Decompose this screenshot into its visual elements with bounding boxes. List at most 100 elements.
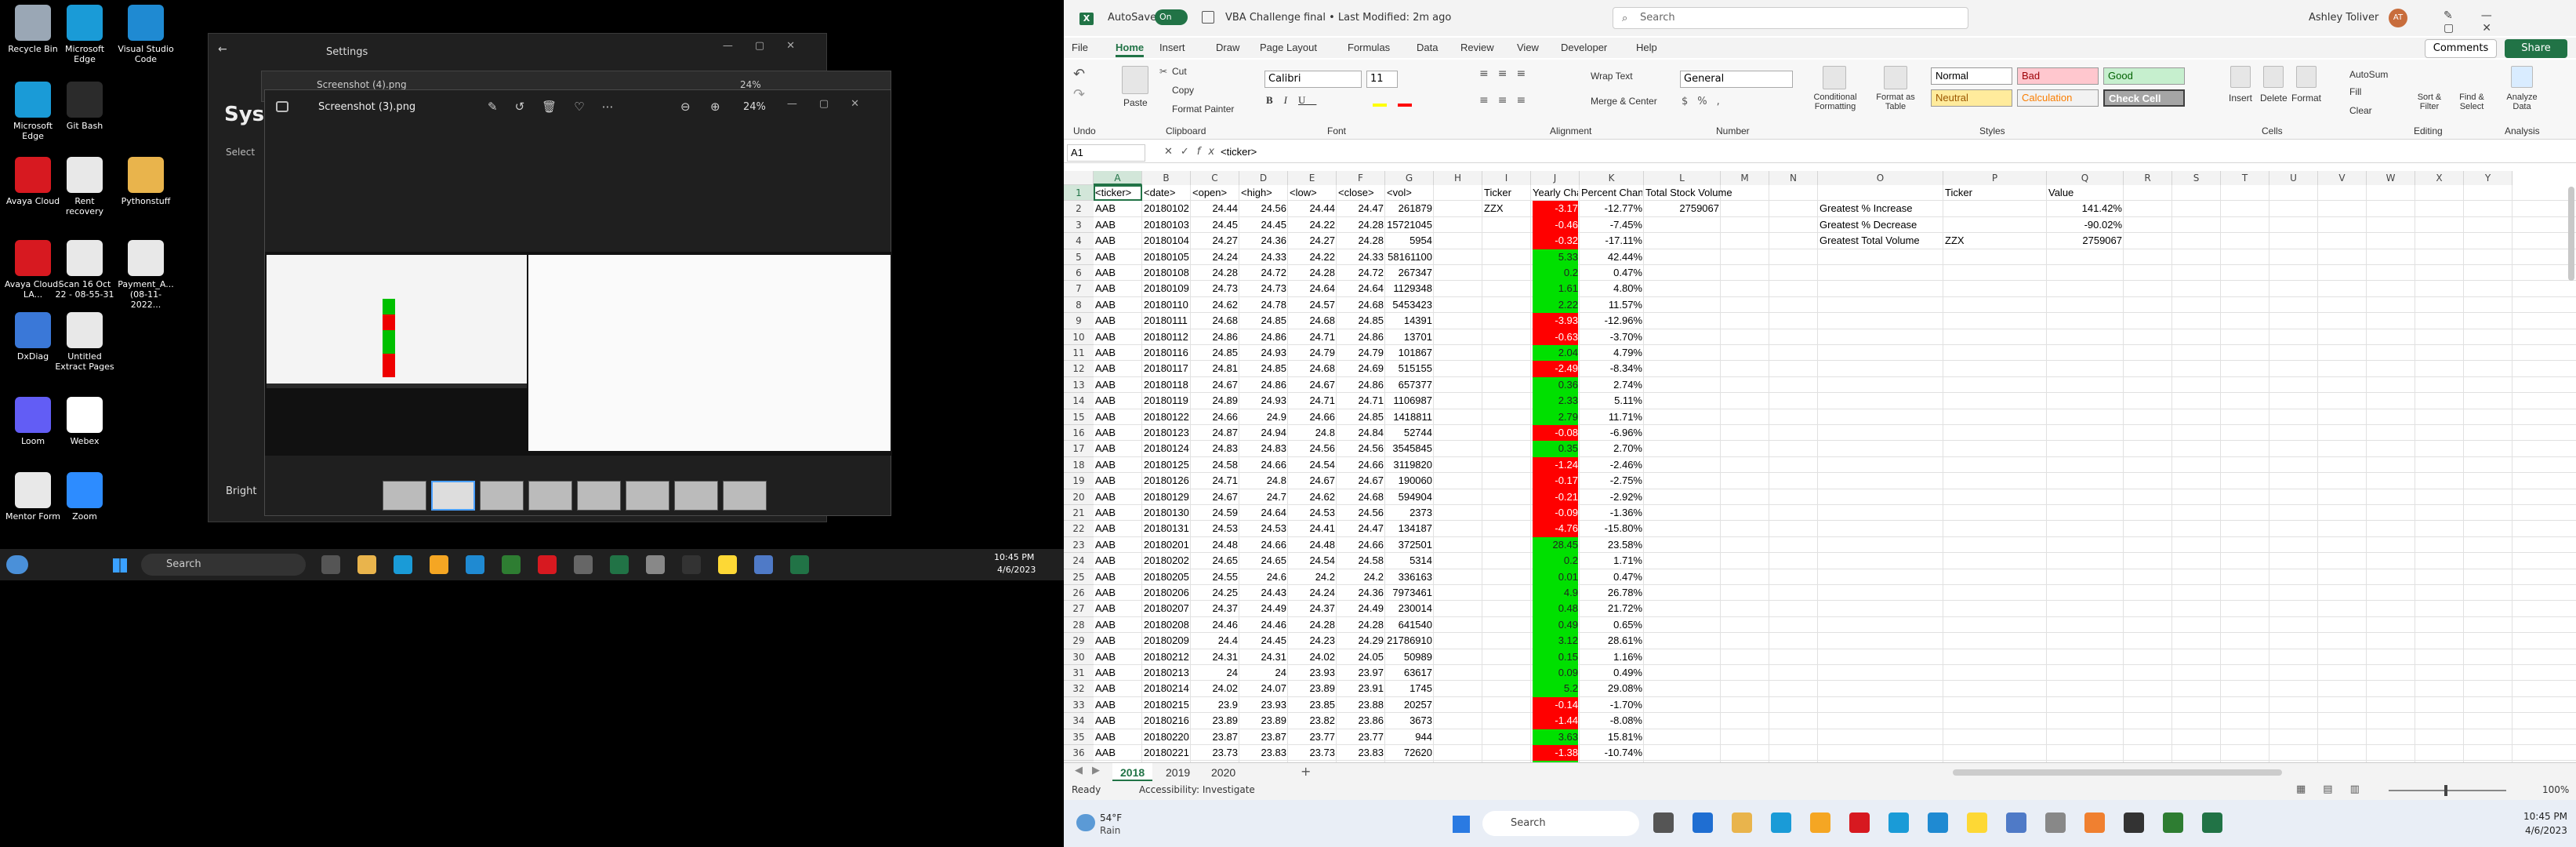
- cell-yearly-change[interactable]: 0.49: [1533, 616, 1578, 634]
- cell-value[interactable]: 1129348: [1387, 281, 1432, 296]
- cell-value[interactable]: 20180123: [1144, 425, 1189, 441]
- cell-yearly-change[interactable]: 0.09: [1533, 665, 1578, 682]
- desktop-icon[interactable]: Pythonstuff: [116, 157, 176, 206]
- cell-value[interactable]: 23.73: [1192, 745, 1238, 761]
- cell-yearly-change[interactable]: -0.63: [1533, 329, 1578, 345]
- cell-value[interactable]: 23.77: [1290, 729, 1335, 745]
- filmstrip-thumb[interactable]: [674, 481, 718, 511]
- row-header[interactable]: 23: [1064, 536, 1094, 554]
- taskbar-app-icon[interactable]: [1693, 812, 1713, 833]
- cell-value[interactable]: 24.28: [1192, 265, 1238, 281]
- cell-value[interactable]: 24.22: [1290, 217, 1335, 233]
- row-header[interactable]: 27: [1064, 601, 1094, 617]
- cell-value[interactable]: 20180202: [1144, 553, 1189, 569]
- cell-value[interactable]: 24.45: [1241, 633, 1286, 649]
- taskbar-app-icon[interactable]: [430, 555, 448, 574]
- wrap-text-label[interactable]: Wrap Text: [1591, 71, 1633, 82]
- cell-percent-change[interactable]: 2.74%: [1581, 377, 1642, 393]
- cell-yearly-change[interactable]: -0.09: [1533, 505, 1578, 522]
- cell-value[interactable]: 24.23: [1290, 633, 1335, 649]
- cell-value[interactable]: 23.73: [1290, 745, 1335, 761]
- taskbar-app-icon[interactable]: [394, 555, 412, 574]
- cell-value[interactable]: 24.2: [1338, 569, 1384, 585]
- cell-ticker[interactable]: AAB: [1095, 457, 1141, 473]
- cell-ticker[interactable]: AAB: [1095, 537, 1141, 553]
- cell-percent-change[interactable]: 2.70%: [1581, 441, 1642, 456]
- cell-value[interactable]: 21786910: [1387, 633, 1432, 649]
- cell-yearly-change[interactable]: -1.44: [1533, 713, 1578, 729]
- undo-icon[interactable]: ↶: [1073, 66, 1085, 82]
- column-header[interactable]: S: [2172, 171, 2221, 185]
- cell-percent-change[interactable]: -8.34%: [1581, 361, 1642, 376]
- add-sheet-button[interactable]: +: [1301, 764, 1311, 779]
- column-header[interactable]: N: [1769, 171, 1818, 185]
- cell-value[interactable]: 20180220: [1144, 729, 1189, 745]
- cell-percent-change[interactable]: 1.16%: [1581, 649, 1642, 665]
- cell-yearly-change[interactable]: 1.61: [1533, 281, 1578, 297]
- column-header[interactable]: L: [1644, 171, 1721, 185]
- cell-value[interactable]: 594904: [1387, 489, 1432, 505]
- cell-ticker[interactable]: AAB: [1095, 505, 1141, 521]
- cell-value[interactable]: 24.73: [1241, 281, 1286, 296]
- cell-value[interactable]: 24.49: [1241, 601, 1286, 616]
- desktop-icon[interactable]: Rent recovery: [55, 157, 114, 216]
- greatest-label[interactable]: Greatest % Decrease: [1820, 217, 1942, 233]
- row-header[interactable]: 3: [1064, 216, 1094, 234]
- cell-ticker[interactable]: AAB: [1095, 265, 1141, 281]
- column-header[interactable]: G: [1385, 171, 1434, 185]
- column-header[interactable]: Y: [2464, 171, 2513, 185]
- cell-yearly-change[interactable]: 0.36: [1533, 376, 1578, 394]
- photos-toolbar[interactable]: ✎↺🗑♡⋯: [488, 100, 631, 114]
- cell-value[interactable]: 372501: [1387, 537, 1432, 553]
- greatest-label[interactable]: Greatest % Increase: [1820, 201, 1942, 216]
- fx-icon[interactable]: ✕✓fx: [1164, 146, 1222, 158]
- desktop-icon[interactable]: Microsoft Edge: [3, 82, 63, 141]
- cell-percent-change[interactable]: 28.61%: [1581, 633, 1642, 649]
- cell-value[interactable]: 24.85: [1192, 345, 1238, 361]
- taskbar-app-icon[interactable]: [1732, 812, 1752, 833]
- cell-ticker[interactable]: AAB: [1095, 297, 1141, 313]
- header-cell[interactable]: Total Stock Volume: [1645, 185, 1732, 201]
- cell-value[interactable]: 24.36: [1241, 233, 1286, 249]
- cut-label[interactable]: Cut: [1172, 66, 1187, 77]
- comments-button[interactable]: Comments: [2425, 39, 2497, 58]
- cell-value[interactable]: 24.46: [1192, 617, 1238, 633]
- cell-value[interactable]: 23.9: [1192, 697, 1238, 713]
- cell-percent-change[interactable]: -2.75%: [1581, 473, 1642, 489]
- row-header[interactable]: 10: [1064, 329, 1094, 345]
- desktop-icon[interactable]: Avaya Cloud-LA...: [3, 240, 63, 300]
- taskbar-app-icon[interactable]: [321, 555, 340, 574]
- cell-yearly-change[interactable]: 28.45: [1533, 536, 1578, 554]
- filmstrip-thumb[interactable]: [577, 481, 621, 511]
- weather-icon[interactable]: [1076, 814, 1095, 831]
- cell-yearly-change[interactable]: 2.33: [1533, 393, 1578, 409]
- cell-ticker[interactable]: AAB: [1095, 745, 1141, 761]
- taskbar-apps[interactable]: [321, 554, 870, 576]
- cell-value[interactable]: 20180110: [1144, 297, 1189, 313]
- cell-value[interactable]: 24.69: [1338, 361, 1384, 376]
- cell-value[interactable]: 24.48: [1290, 537, 1335, 553]
- cell-percent-change[interactable]: -12.96%: [1581, 313, 1642, 329]
- row-header[interactable]: 34: [1064, 713, 1094, 729]
- cell-value[interactable]: 24.86: [1241, 377, 1286, 393]
- desktop-icon[interactable]: Microsoft Edge: [55, 5, 114, 64]
- cell-value[interactable]: 24.53: [1290, 505, 1335, 521]
- taskbar-app-icon[interactable]: [1810, 812, 1830, 833]
- cell-value[interactable]: 24.27: [1290, 233, 1335, 249]
- style-neutral[interactable]: Neutral: [1931, 89, 2012, 107]
- row-header[interactable]: 20: [1064, 489, 1094, 505]
- cell-percent-change[interactable]: 29.08%: [1581, 681, 1642, 696]
- taskbar-app-icon[interactable]: [1928, 812, 1948, 833]
- font-color-icon[interactable]: [1398, 104, 1412, 107]
- taskbar-app-icon[interactable]: [1967, 812, 1987, 833]
- cell-value[interactable]: 24.27: [1192, 233, 1238, 249]
- cell-value[interactable]: 23.89: [1192, 713, 1238, 729]
- cell-value[interactable]: 24.68: [1192, 313, 1238, 329]
- row-header[interactable]: 30: [1064, 649, 1094, 665]
- cell-percent-change[interactable]: 0.47%: [1581, 265, 1642, 281]
- cell-ticker[interactable]: AAB: [1095, 409, 1141, 425]
- number-format-select[interactable]: General: [1680, 71, 1793, 88]
- style-good[interactable]: Good: [2103, 67, 2185, 85]
- column-header[interactable]: O: [1818, 171, 1943, 185]
- cell-value[interactable]: 23.86: [1338, 713, 1384, 729]
